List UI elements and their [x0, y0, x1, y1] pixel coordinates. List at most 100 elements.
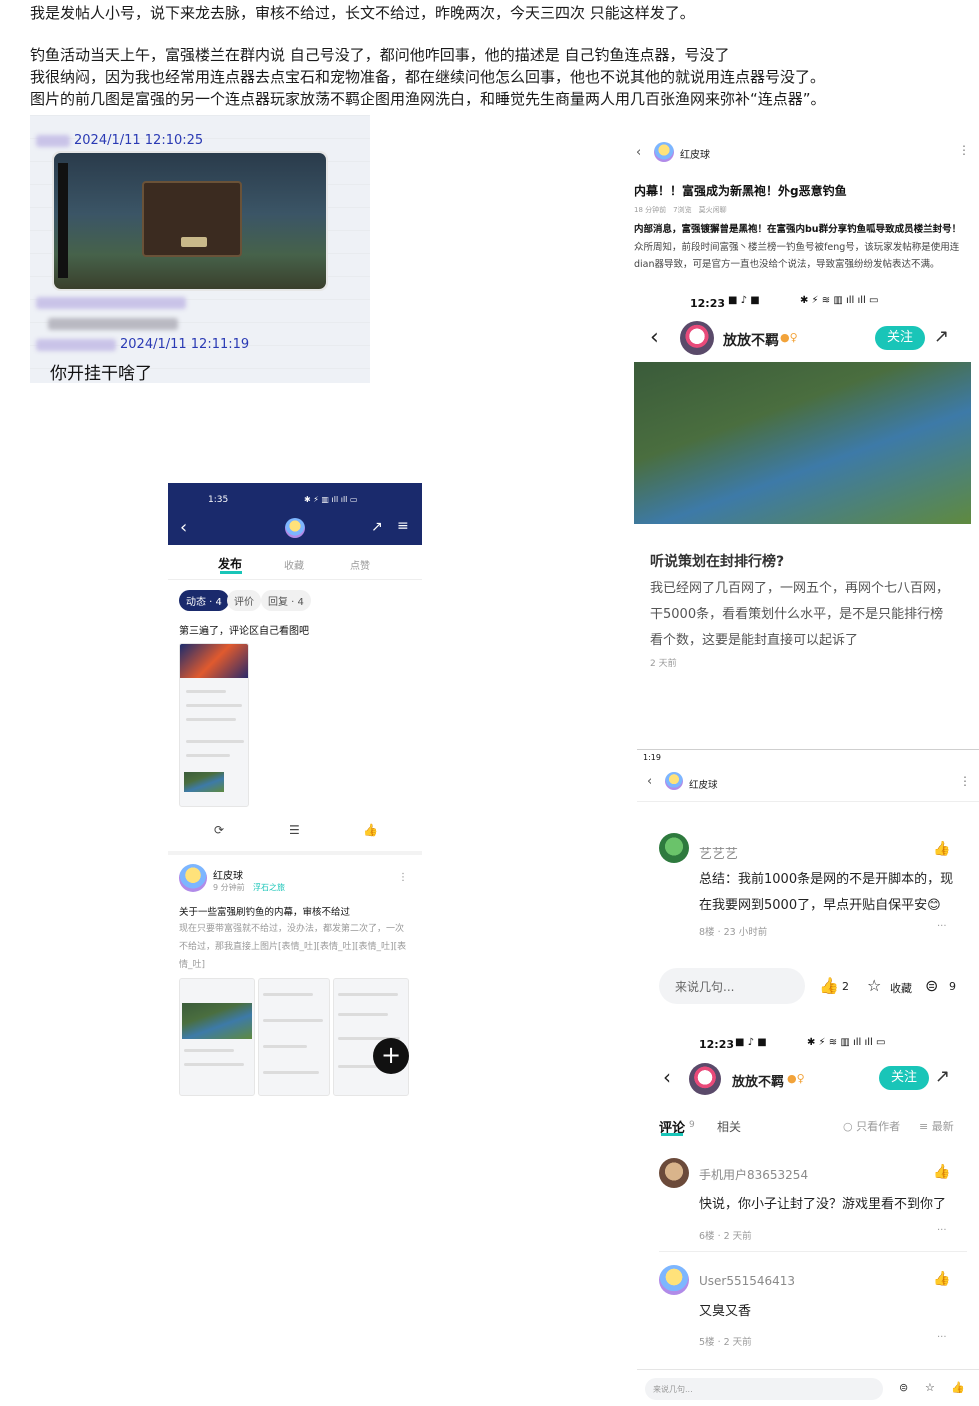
- status-time: 12:23: [690, 297, 726, 310]
- status-time: 1:35: [208, 495, 229, 505]
- comment-text: 快说，你小子让封了没？游戏里看不到你了: [699, 1197, 947, 1212]
- commenter-name[interactable]: 艺艺艺: [699, 843, 738, 862]
- like-icon[interactable]: 👍: [819, 976, 839, 995]
- comment-meta: 8楼 · 23 小时前: [699, 927, 768, 938]
- back-arrow-icon[interactable]: ‹: [650, 325, 659, 350]
- follow-button[interactable]: 关注: [875, 326, 925, 350]
- level-badge-icon: ●♀: [780, 331, 798, 344]
- like-icon[interactable]: 👍: [363, 823, 378, 837]
- comment-text: 又臭又香: [699, 1304, 752, 1319]
- question-body: 我已经网了几百网了，一网五个，再网个七八百网，干5000条，看看策划什么水平，是…: [650, 581, 950, 648]
- chat-message: 你开挂干啥了: [50, 364, 152, 383]
- chip-dynamic[interactable]: 动态 · 4: [179, 590, 229, 611]
- intro-line-3: 我很纳闷，因为我也经常用连点器去点宝石和宠物准备，都在继续问他怎么回事，他也不说…: [30, 68, 826, 86]
- back-arrow-icon[interactable]: ‹: [663, 1065, 671, 1089]
- only-author-label: 只看作者: [856, 1120, 901, 1133]
- comment-icon[interactable]: ⊜: [899, 1381, 908, 1394]
- post-title: 内幕！！富强成为新黑袍！外g恶意钓鱼: [634, 184, 847, 198]
- game-fishing-screenshot[interactable]: [634, 362, 971, 524]
- like-icon[interactable]: 👍: [951, 1381, 965, 1394]
- sort-newest[interactable]: ≡ 最新: [919, 1118, 954, 1134]
- collect-label[interactable]: 收藏: [890, 980, 912, 996]
- profile-avatar[interactable]: [285, 518, 305, 538]
- author-avatar[interactable]: [689, 1063, 721, 1095]
- commenter-avatar[interactable]: [659, 1265, 689, 1295]
- commenter-avatar[interactable]: [659, 1158, 689, 1188]
- commenter-avatar[interactable]: [659, 833, 689, 863]
- share-icon[interactable]: ↗: [371, 519, 383, 535]
- commenter-name[interactable]: User551546413: [699, 1274, 795, 1288]
- menu-icon[interactable]: ≡: [397, 518, 409, 534]
- author-avatar[interactable]: [680, 321, 714, 355]
- more-icon[interactable]: ···: [937, 921, 947, 932]
- tab-related[interactable]: 相关: [717, 1118, 741, 1135]
- chip-replies[interactable]: 回复 · 4: [261, 590, 311, 611]
- ban-dialog: [142, 181, 242, 257]
- post-body: 众所周知，前段时间富强丶楼兰榜一钓鱼号被feng号，该玩家发帖称是使用连dian…: [634, 242, 960, 270]
- author-name[interactable]: 红皮球: [213, 867, 243, 882]
- chat-screenshot: 2024/1/11 12:10:25 2024/1/11 12:11:19 你开…: [30, 115, 370, 383]
- chip-reviews[interactable]: 评价: [227, 590, 261, 611]
- add-post-button[interactable]: +: [373, 1038, 409, 1074]
- back-arrow-icon[interactable]: ‹: [636, 145, 641, 160]
- avatar[interactable]: [654, 142, 674, 162]
- post-screenshot: ‹ 红皮球 ⋮ 内幕！！富强成为新黑袍！外g恶意钓鱼 18 分钟前 7浏览 莫火…: [632, 135, 979, 703]
- chat-timestamp-1: 2024/1/11 12:10:25: [74, 133, 204, 148]
- post-lead: 内部消息，富强镀獬曾是黑袍！在富强内bu群分享钓鱼呱导致成员楼兰封号！: [634, 224, 962, 235]
- blurred-text: [48, 318, 178, 330]
- more-icon[interactable]: ···: [937, 1225, 947, 1236]
- header-username[interactable]: 红皮球: [680, 146, 710, 161]
- intro-line-1: 我是发帖人小号，说下来龙去脉，审核不给过，长文不给过，昨晚两次，今天三四次 只能…: [30, 4, 695, 22]
- sort-newest-label: 最新: [931, 1120, 954, 1133]
- share-icon[interactable]: ↗: [935, 1066, 950, 1087]
- circle-link[interactable]: 浮石之旅: [253, 882, 285, 893]
- post-image-thumbnail[interactable]: [333, 978, 409, 1096]
- more-icon[interactable]: ⋮: [958, 143, 970, 157]
- game-ban-screenshot[interactable]: [52, 151, 328, 291]
- status-app-icons: ■ ♪ ■: [735, 1037, 767, 1048]
- post-body: 现在只要带富强就不给过，没办法，都发第二次了，一次不给过，那我直接上图片[表情_…: [179, 924, 407, 970]
- level-badge-icon: ●♀: [787, 1072, 805, 1085]
- star-icon[interactable]: ☆: [925, 1381, 935, 1394]
- post-time: 9 分钟前: [213, 883, 245, 892]
- commenter-name[interactable]: 手机用户83653254: [699, 1166, 808, 1183]
- back-arrow-icon[interactable]: ‹: [180, 517, 187, 538]
- status-signal-icons: ✱ ⚡ ≋ ▥ ıll ıll ▭: [800, 295, 879, 306]
- star-icon[interactable]: ☆: [867, 976, 881, 995]
- post-image-thumbnail[interactable]: [179, 978, 255, 1096]
- like-count: 2: [842, 980, 849, 993]
- post-image-thumbnail[interactable]: [179, 643, 249, 807]
- author-avatar[interactable]: [179, 864, 207, 892]
- post-title: 关于一些富强刷钓鱼的内幕，审核不给过: [179, 907, 351, 918]
- tab-comments-count: 9: [689, 1120, 695, 1130]
- share-icon[interactable]: ↗: [934, 326, 949, 347]
- like-icon[interactable]: 👍: [933, 841, 950, 857]
- more-icon[interactable]: ⋮: [959, 774, 971, 788]
- status-signal-icons: ✱ ⚡ ▥ ıll ıll ▭: [304, 495, 358, 504]
- like-icon[interactable]: 👍: [933, 1164, 950, 1180]
- author-name[interactable]: 放放不羁: [732, 1071, 784, 1090]
- intro-line-4: 图片的前几图是富强的另一个连点器玩家放荡不羁企图用渔网洗白，和睡觉先生商量两人用…: [30, 90, 826, 108]
- tab-posts[interactable]: 发布: [218, 555, 242, 572]
- post-image-thumbnail[interactable]: [258, 978, 330, 1096]
- only-author-toggle[interactable]: ○ 只看作者: [843, 1118, 900, 1134]
- more-icon[interactable]: ···: [937, 1332, 947, 1343]
- blurred-text: [36, 297, 186, 309]
- comment-icon[interactable]: ⊜: [925, 976, 938, 995]
- comment-text: 总结：我前1000条是网的不是开脚本的，现在我要网到5000了，早点开贴自保平安…: [699, 872, 954, 913]
- header-username[interactable]: 红皮球: [689, 777, 718, 791]
- back-arrow-icon[interactable]: ‹: [647, 774, 652, 789]
- follow-button[interactable]: 关注: [879, 1066, 929, 1090]
- comment-icon[interactable]: ☰: [289, 823, 300, 837]
- comment-meta: 5楼 · 2 天前: [699, 1337, 752, 1348]
- more-icon[interactable]: ⋮: [398, 872, 408, 883]
- post-meta: 18 分钟前 7浏览 莫火闲聊: [634, 206, 727, 214]
- tab-likes[interactable]: 点赞: [350, 557, 370, 572]
- share-icon[interactable]: ⟳: [214, 823, 224, 837]
- avatar[interactable]: [665, 772, 683, 790]
- author-name[interactable]: 放放不羁: [723, 330, 779, 350]
- like-icon[interactable]: 👍: [933, 1271, 950, 1287]
- tab-favorites[interactable]: 收藏: [284, 557, 304, 572]
- comments-screenshot: 1:19 ‹ 红皮球 ⋮ 艺艺艺 👍 总结：我前1000条是网的不是开脚本的，现…: [637, 749, 979, 1406]
- chat-timestamp-2: 2024/1/11 12:11:19: [120, 337, 250, 352]
